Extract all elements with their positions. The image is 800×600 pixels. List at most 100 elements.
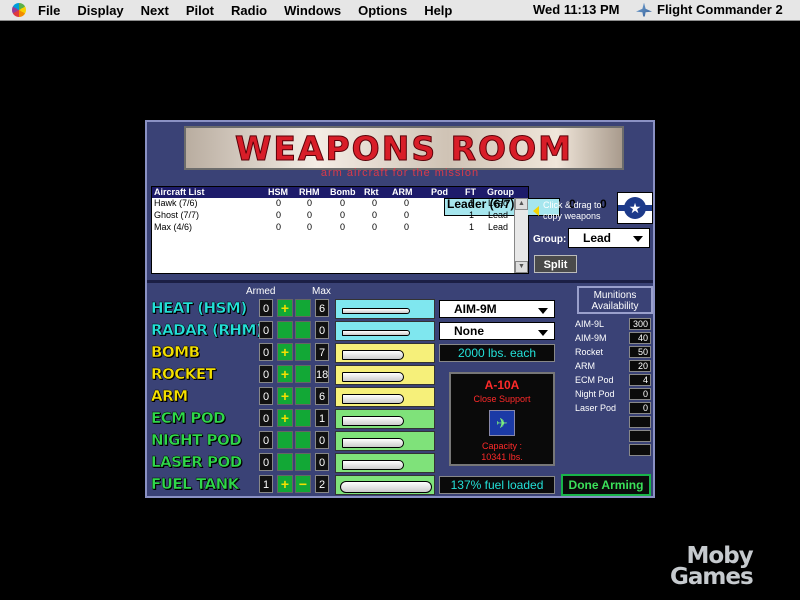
col-bomb: Bomb bbox=[330, 187, 356, 197]
weapon-image bbox=[335, 387, 435, 407]
weapon-label: FUEL TANK bbox=[151, 475, 240, 493]
split-button[interactable]: Split bbox=[534, 255, 577, 273]
menu-next[interactable]: Next bbox=[141, 3, 169, 18]
munition-shape bbox=[342, 350, 404, 360]
col-aircraft: Aircraft List bbox=[154, 187, 205, 197]
armed-count: 1 bbox=[259, 475, 273, 493]
menubar-clock: Wed 11:13 PM bbox=[533, 2, 620, 17]
menu-radio[interactable]: Radio bbox=[231, 3, 267, 18]
section-divider bbox=[147, 280, 653, 283]
munition-shape bbox=[342, 308, 410, 314]
decrease-weapon-button bbox=[295, 343, 311, 361]
aircraft-cell-arm: 0 bbox=[404, 222, 410, 232]
aircraft-silhouette-icon: ✈ bbox=[489, 410, 515, 436]
munition-count bbox=[629, 430, 651, 442]
increase-weapon-button[interactable]: + bbox=[277, 475, 293, 493]
weapon-label: LASER POD bbox=[151, 453, 243, 471]
aircraft-list-scrollbar[interactable]: ▲ ▼ bbox=[514, 198, 528, 273]
aircraft-cell-bomb: 0 bbox=[340, 222, 346, 232]
mobygames-watermark: Moby Games bbox=[670, 545, 754, 589]
menu-file[interactable]: File bbox=[38, 3, 60, 18]
aircraft-list[interactable]: Aircraft List HSM RHM Bomb Rkt ARM Pod F… bbox=[151, 186, 800, 274]
munition-count: 50 bbox=[629, 346, 651, 358]
weapons-room-window: WEAPONS ROOM arm aircraft for the missio… bbox=[145, 120, 800, 498]
aircraft-info-panel: A-10A Close Support ✈ Capacity : 10341 l… bbox=[449, 372, 555, 466]
armed-count: 0 bbox=[259, 343, 273, 361]
aircraft-role: Close Support bbox=[473, 394, 531, 404]
aircraft-row[interactable]: Ghost (7/7) 0 0 0 0 0 1 Lead bbox=[152, 210, 528, 222]
armed-count: 0 bbox=[259, 409, 273, 427]
decrease-weapon-button bbox=[295, 387, 311, 405]
weapon-image bbox=[335, 365, 435, 385]
heat-missile-select-value: AIM-9M bbox=[454, 302, 497, 316]
aircraft-cell-group: Lead bbox=[781, 197, 800, 211]
increase-weapon-button[interactable]: + bbox=[277, 343, 293, 361]
menu-display[interactable]: Display bbox=[77, 3, 123, 18]
aircraft-cell-name: Max (4/6) bbox=[154, 222, 193, 232]
weapon-image bbox=[335, 475, 435, 495]
menu-help[interactable]: Help bbox=[424, 3, 452, 18]
fuel-loaded-status: 137% fuel loaded bbox=[439, 476, 555, 494]
aircraft-cell-hsm: 0 bbox=[276, 210, 282, 220]
weapon-label: RADAR (RHM) bbox=[151, 321, 263, 339]
decrease-weapon-button bbox=[295, 453, 311, 471]
increase-weapon-button[interactable]: + bbox=[277, 409, 293, 427]
armed-count: 0 bbox=[259, 387, 273, 405]
copy-weapons-drag-source[interactable]: ★ bbox=[617, 192, 653, 224]
weapon-label: NIGHT POD bbox=[151, 431, 242, 449]
munition-name: Night Pod bbox=[575, 389, 615, 399]
scroll-down-arrow-icon[interactable]: ▼ bbox=[515, 261, 528, 273]
weapon-image bbox=[335, 299, 435, 319]
weapon-image bbox=[335, 431, 435, 451]
munition-shape bbox=[342, 394, 404, 404]
armed-count: 0 bbox=[259, 321, 273, 339]
menu-options[interactable]: Options bbox=[358, 3, 407, 18]
weapon-label: ARM bbox=[151, 387, 188, 405]
aircraft-cell-ft: 1 bbox=[762, 197, 769, 211]
max-column-header: Max bbox=[312, 286, 331, 297]
munition-count: 0 bbox=[629, 388, 651, 400]
decrease-weapon-button[interactable]: − bbox=[295, 475, 311, 493]
munition-name: ARM bbox=[575, 361, 595, 371]
munition-availability-row: ARM 20 bbox=[575, 360, 655, 374]
app-name: Flight Commander 2 bbox=[657, 2, 783, 17]
aircraft-row[interactable]: Hawk (7/6) 0 0 0 0 0 1 Lead bbox=[152, 198, 528, 210]
increase-weapon-button bbox=[277, 431, 293, 449]
application-menu[interactable]: Flight Commander 2 bbox=[636, 2, 783, 17]
increase-weapon-button[interactable]: + bbox=[277, 299, 293, 317]
munition-availability-row: AIM-9L 300 bbox=[575, 318, 655, 332]
aircraft-cell-ft: 1 bbox=[469, 222, 475, 232]
decrease-weapon-button bbox=[295, 321, 311, 339]
group-label: Group: bbox=[533, 234, 567, 245]
heat-missile-select[interactable]: AIM-9M bbox=[439, 300, 555, 318]
increase-weapon-button[interactable]: + bbox=[277, 387, 293, 405]
munition-shape bbox=[342, 330, 410, 336]
weapon-label: HEAT (HSM) bbox=[151, 299, 248, 317]
bomb-weight-info: 2000 lbs. each bbox=[439, 344, 555, 362]
copy-weapons-hint-text: Click & drag to copy weapons bbox=[543, 200, 602, 221]
done-arming-button[interactable]: Done Arming bbox=[561, 474, 651, 496]
scroll-up-arrow-icon[interactable]: ▲ bbox=[515, 198, 528, 210]
aircraft-row[interactable]: Max (4/6) 0 0 0 0 0 1 Lead bbox=[152, 222, 528, 234]
increase-weapon-button[interactable]: + bbox=[277, 365, 293, 383]
munition-shape bbox=[340, 481, 432, 493]
aircraft-cell-bomb: 0 bbox=[340, 210, 346, 220]
armed-count: 0 bbox=[259, 365, 273, 383]
munition-count: 0 bbox=[629, 402, 651, 414]
chevron-down-icon bbox=[538, 308, 548, 314]
aircraft-cell-group: Lead bbox=[488, 210, 509, 220]
aircraft-cell-rkt: 0 bbox=[372, 198, 378, 208]
max-count: 6 bbox=[315, 387, 329, 405]
menu-windows[interactable]: Windows bbox=[284, 3, 341, 18]
decrease-weapon-button bbox=[295, 409, 311, 427]
munition-availability-row: ECM Pod 4 bbox=[575, 374, 655, 388]
group-select[interactable]: Lead bbox=[568, 228, 650, 248]
capacity-label: Capacity : bbox=[481, 441, 523, 451]
aircraft-cell-hsm: 0 bbox=[276, 198, 282, 208]
radar-missile-select[interactable]: None bbox=[439, 322, 555, 340]
apple-menu-icon[interactable] bbox=[12, 3, 26, 17]
menu-pilot[interactable]: Pilot bbox=[186, 3, 214, 18]
weapon-label: BOMB bbox=[151, 343, 200, 361]
munition-availability-row: AIM-9M 40 bbox=[575, 332, 655, 346]
max-count: 0 bbox=[315, 453, 329, 471]
